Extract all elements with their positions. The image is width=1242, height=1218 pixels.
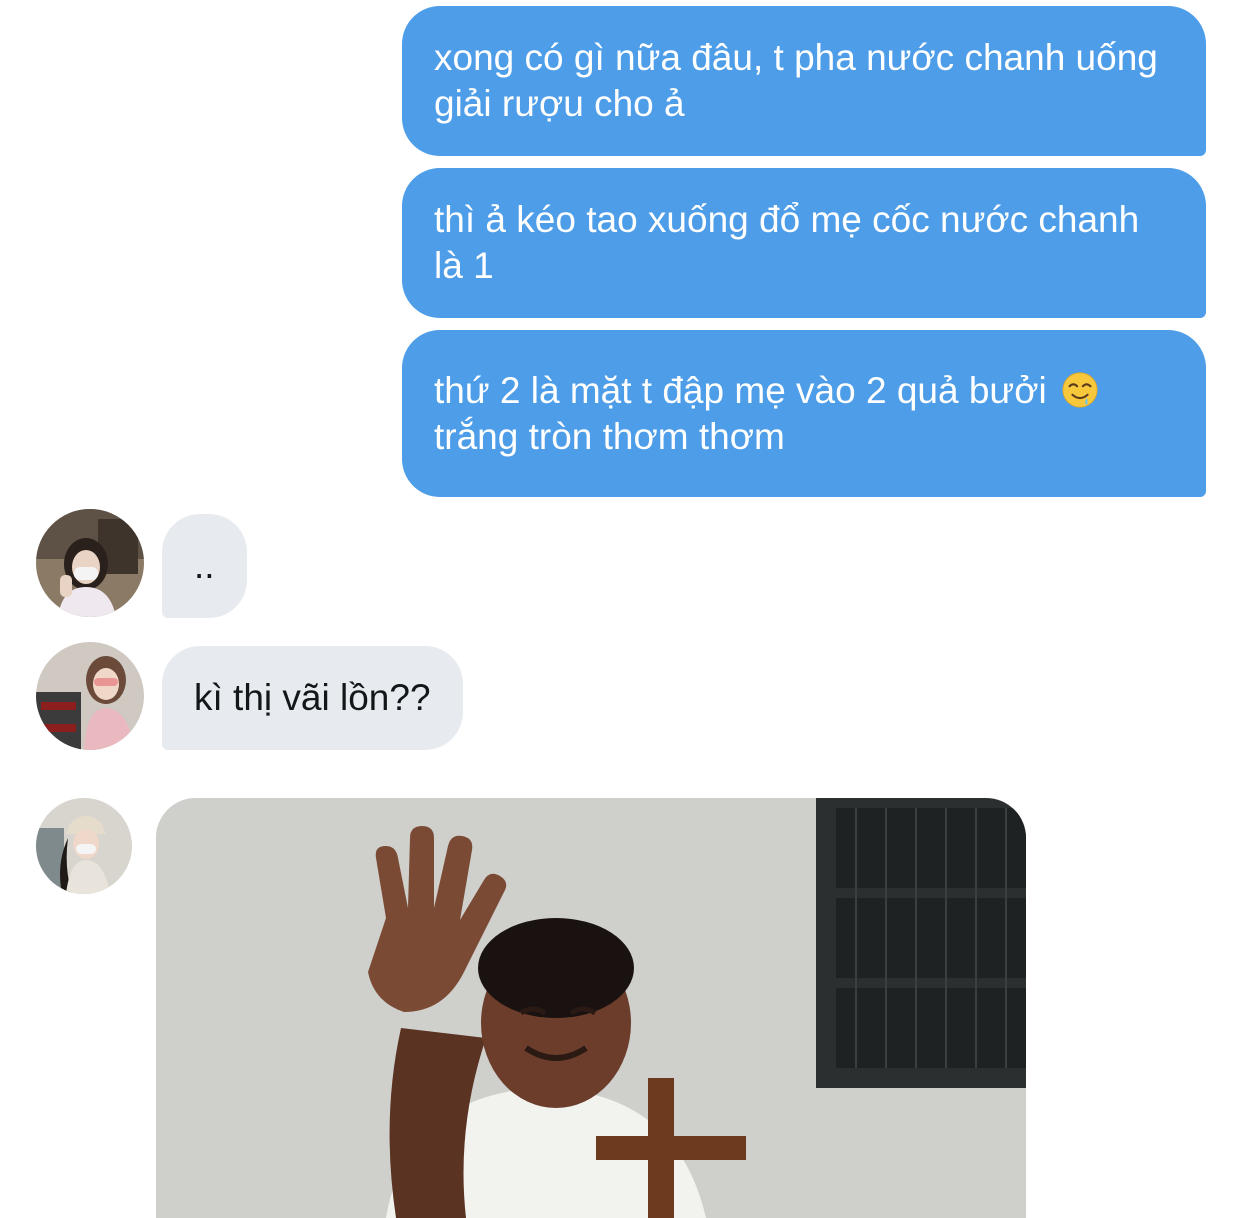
message-text: thứ 2 là mặt t đập mẹ vào 2 quả bưởi: [434, 369, 1047, 411]
outgoing-message-1[interactable]: xong có gì nữa đâu, t pha nước chanh uốn…: [402, 6, 1206, 156]
incoming-message-2[interactable]: kì thị vãi lồn??: [162, 646, 463, 750]
message-text-block: thứ 2 là mặt t đập mẹ vào 2 quả bưởi trắ…: [434, 368, 1099, 460]
message-text: thì ả kéo tao xuống đổ mẹ cốc nước chanh…: [434, 199, 1140, 286]
incoming-message-1[interactable]: ..: [162, 514, 247, 618]
meme-image[interactable]: [156, 798, 1026, 1218]
message-text: ..: [194, 545, 215, 586]
avatar[interactable]: [36, 509, 144, 617]
message-text-line-2: trắng tròn thơm thơm: [434, 415, 785, 457]
drooling-face-icon: [1061, 371, 1099, 409]
avatar[interactable]: [36, 642, 144, 750]
avatar[interactable]: [36, 798, 132, 894]
message-text: kì thị vãi lồn??: [194, 677, 431, 718]
outgoing-message-2[interactable]: thì ả kéo tao xuống đổ mẹ cốc nước chanh…: [402, 168, 1206, 318]
message-text: xong có gì nữa đâu, t pha nước chanh uốn…: [434, 37, 1158, 124]
outgoing-message-3[interactable]: thứ 2 là mặt t đập mẹ vào 2 quả bưởi trắ…: [402, 330, 1206, 497]
